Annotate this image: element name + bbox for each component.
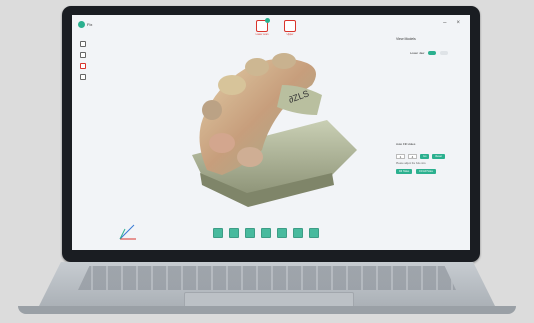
- hole-size-input-b[interactable]: 4: [408, 154, 417, 159]
- reset-button[interactable]: Reset: [432, 154, 445, 159]
- fill-all-holes-button[interactable]: Fill All Holes: [416, 169, 436, 174]
- panel-title: View Models: [396, 37, 416, 41]
- hole-size-input-a[interactable]: 1: [396, 154, 405, 159]
- view-front-icon[interactable]: [213, 228, 223, 238]
- zoom-icon[interactable]: [261, 228, 271, 238]
- lower-jaw-row: Lower Jaw: [396, 51, 466, 55]
- keyboard: [78, 266, 456, 290]
- view-models-panel: View Models Lower Jaw: [396, 37, 466, 55]
- auto-fill-panel: Auto Fill Holes 1 4 Go Reset Please adju…: [396, 142, 466, 174]
- grid-icon[interactable]: [293, 228, 303, 238]
- bottom-toolbar: [213, 228, 319, 238]
- fill-holes-button[interactable]: Fill Holes: [396, 169, 413, 174]
- app-window: Fix – × Lower scan Upper ∂ZLS View Model…: [72, 15, 470, 250]
- go-button[interactable]: Go: [420, 154, 430, 159]
- visibility-toggle-off[interactable]: [440, 51, 449, 55]
- hint-text: Please adjust the hole size: [396, 162, 426, 165]
- visibility-toggle-on[interactable]: [428, 51, 437, 55]
- auto-fill-title: Auto Fill Holes: [396, 142, 416, 146]
- fill-buttons: Fill Holes Fill All Holes: [396, 169, 466, 174]
- rotate-icon[interactable]: [277, 228, 287, 238]
- laptop-base: [18, 306, 516, 314]
- view-right-icon[interactable]: [245, 228, 255, 238]
- lower-jaw-label: Lower Jaw: [410, 51, 425, 55]
- texture-icon[interactable]: [309, 228, 319, 238]
- axis-gizmo: [119, 224, 136, 240]
- view-left-icon[interactable]: [229, 228, 239, 238]
- dental-model: ∂ZLS: [192, 53, 357, 207]
- auto-fill-inputs: 1 4 Go Reset: [396, 154, 466, 159]
